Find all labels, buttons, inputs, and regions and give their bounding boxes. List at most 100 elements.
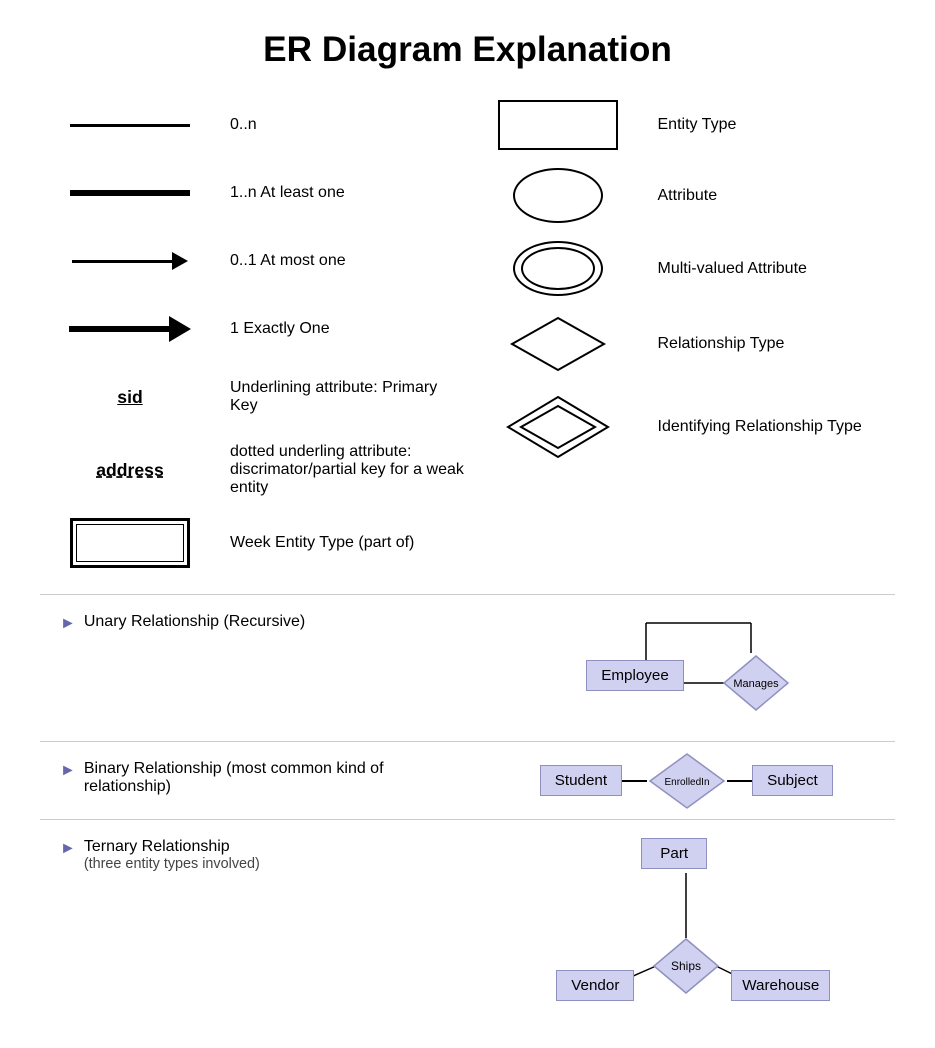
label-weak: Week Entity Type (part of): [220, 534, 468, 552]
label-address: dotted underling attribute: discrimator/…: [220, 443, 468, 497]
legend-item-weak: Week Entity Type (part of): [40, 518, 468, 568]
sid-text: sid: [117, 387, 142, 408]
ships-diamond-svg: Ships: [651, 936, 721, 996]
binary-diagram: Student EnrolledIn Subject: [540, 751, 833, 811]
vendor-label: Vendor: [571, 977, 619, 994]
diamond-symbol: [468, 314, 648, 374]
label-01: 0..1 At most one: [220, 252, 468, 270]
unary-title: Unary Relationship (Recursive): [84, 613, 305, 631]
legend-item-identifying: Identifying Relationship Type: [468, 392, 896, 462]
thick-arrow-head: [169, 316, 191, 342]
ternary-section: ► Ternary Relationship (three entity typ…: [40, 828, 895, 1028]
ternary-title: Ternary Relationship: [84, 838, 260, 856]
label-0n: 0..n: [220, 116, 468, 134]
ternary-left: ► Ternary Relationship (three entity typ…: [40, 828, 458, 1028]
bullet-arrow-binary: ►: [60, 762, 76, 780]
student-entity: Student: [540, 765, 622, 796]
unary-section: ► Unary Relationship (Recursive) Employe…: [40, 603, 895, 733]
warehouse-entity: Warehouse: [731, 970, 830, 1001]
label-relationship: Relationship Type: [648, 335, 896, 353]
arrow-shaft: [72, 260, 172, 263]
legend-item-1: 1 Exactly One: [40, 304, 468, 354]
label-attribute: Attribute: [648, 187, 896, 205]
thick-arrow-shaft: [69, 326, 169, 332]
ellipse-symbol: [468, 168, 648, 223]
employee-entity: Employee: [586, 660, 684, 691]
thin-line: [70, 124, 190, 127]
thick-arrow: [69, 316, 191, 342]
weak-entity-symbol: [40, 518, 220, 568]
manages-label: Manages: [734, 678, 780, 690]
entity-box-symbol: [468, 100, 648, 150]
page-title: ER Diagram Explanation: [40, 30, 895, 70]
identifying-diamond: [503, 392, 613, 462]
legend-item-relationship: Relationship Type: [468, 314, 896, 374]
divider-3: [40, 819, 895, 820]
connector-left: [622, 780, 647, 782]
double-diamond-symbol: [468, 392, 648, 462]
subject-entity: Subject: [752, 765, 833, 796]
part-label: Part: [660, 845, 688, 862]
ternary-subtitle: (three entity types involved): [84, 856, 260, 872]
binary-header: ► Binary Relationship (most common kind …: [60, 760, 458, 796]
address-text: address: [96, 460, 163, 481]
warehouse-label: Warehouse: [742, 977, 819, 994]
multi-valued-ellipse: [513, 241, 603, 296]
legend-item-entity: Entity Type: [468, 100, 896, 150]
attribute-ellipse: [513, 168, 603, 223]
divider-2: [40, 741, 895, 742]
arrow-head: [172, 252, 188, 270]
employee-label: Employee: [601, 667, 669, 684]
legend-item-multi-attr: Multi-valued Attribute: [468, 241, 896, 296]
label-1: 1 Exactly One: [220, 320, 468, 338]
legend-item-sid: sid Underlining attribute: Primary Key: [40, 372, 468, 422]
ternary-diagram: Part Ships Vendor Warehouse: [546, 828, 826, 1028]
label-1n: 1..n At least one: [220, 184, 468, 202]
thick-arrow-symbol: [40, 316, 220, 342]
legend-item-1n: 1..n At least one: [40, 168, 468, 218]
part-entity: Part: [641, 838, 707, 869]
bullet-arrow-unary: ►: [60, 615, 76, 633]
binary-title: Binary Relationship (most common kind of…: [84, 760, 458, 796]
unary-left: ► Unary Relationship (Recursive): [40, 603, 458, 733]
entity-type-box: [498, 100, 618, 150]
binary-left: ► Binary Relationship (most common kind …: [40, 750, 458, 811]
subject-label: Subject: [767, 772, 818, 789]
student-label: Student: [555, 772, 607, 789]
divider-1: [40, 594, 895, 595]
address-line1: dotted underling attribute:: [230, 443, 468, 461]
manages-diamond-svg: Manages: [721, 653, 791, 713]
legend-item-0n: 0..n: [40, 100, 468, 150]
legend-item-01: 0..1 At most one: [40, 236, 468, 286]
thick-line: [70, 190, 190, 196]
legend-item-attribute: Attribute: [468, 168, 896, 223]
connector-right: [727, 780, 752, 782]
thin-line-symbol: [40, 124, 220, 127]
label-entity: Entity Type: [648, 116, 896, 134]
legend-left: 0..n 1..n At least one 0..1 At most one: [40, 100, 468, 586]
vendor-entity: Vendor: [556, 970, 634, 1001]
manages-diamond-container: Manages: [721, 653, 791, 718]
thin-arrow: [72, 252, 188, 270]
inner-ellipse: [521, 247, 595, 290]
binary-diagram-container: Student EnrolledIn Subject: [478, 750, 896, 811]
legend-grid: 0..n 1..n At least one 0..1 At most one: [40, 100, 895, 586]
relationship-diamond: [508, 314, 608, 374]
label-multi-attr: Multi-valued Attribute: [648, 260, 896, 278]
bullet-arrow-ternary: ►: [60, 840, 76, 858]
thin-arrow-symbol: [40, 252, 220, 270]
weak-entity-shape: [70, 518, 190, 568]
enrolledin-diamond: EnrolledIn: [647, 751, 727, 811]
label-sid: Underlining attribute: Primary Key: [220, 379, 468, 415]
address-line2: discrimator/partial key for a weak entit…: [230, 461, 468, 497]
ships-diamond-container: Ships: [651, 936, 721, 1001]
svg-text:EnrolledIn: EnrolledIn: [665, 777, 710, 788]
thick-line-symbol: [40, 190, 220, 196]
sid-symbol: sid: [40, 387, 220, 408]
address-symbol: address: [40, 460, 220, 481]
ternary-header: ► Ternary Relationship (three entity typ…: [60, 838, 458, 872]
unary-diagram: Employee Manages: [566, 603, 806, 733]
legend-right: Entity Type Attribute Multi-valued Attri…: [468, 100, 896, 586]
label-identifying: Identifying Relationship Type: [648, 418, 896, 436]
multi-ellipse-symbol: [468, 241, 648, 296]
